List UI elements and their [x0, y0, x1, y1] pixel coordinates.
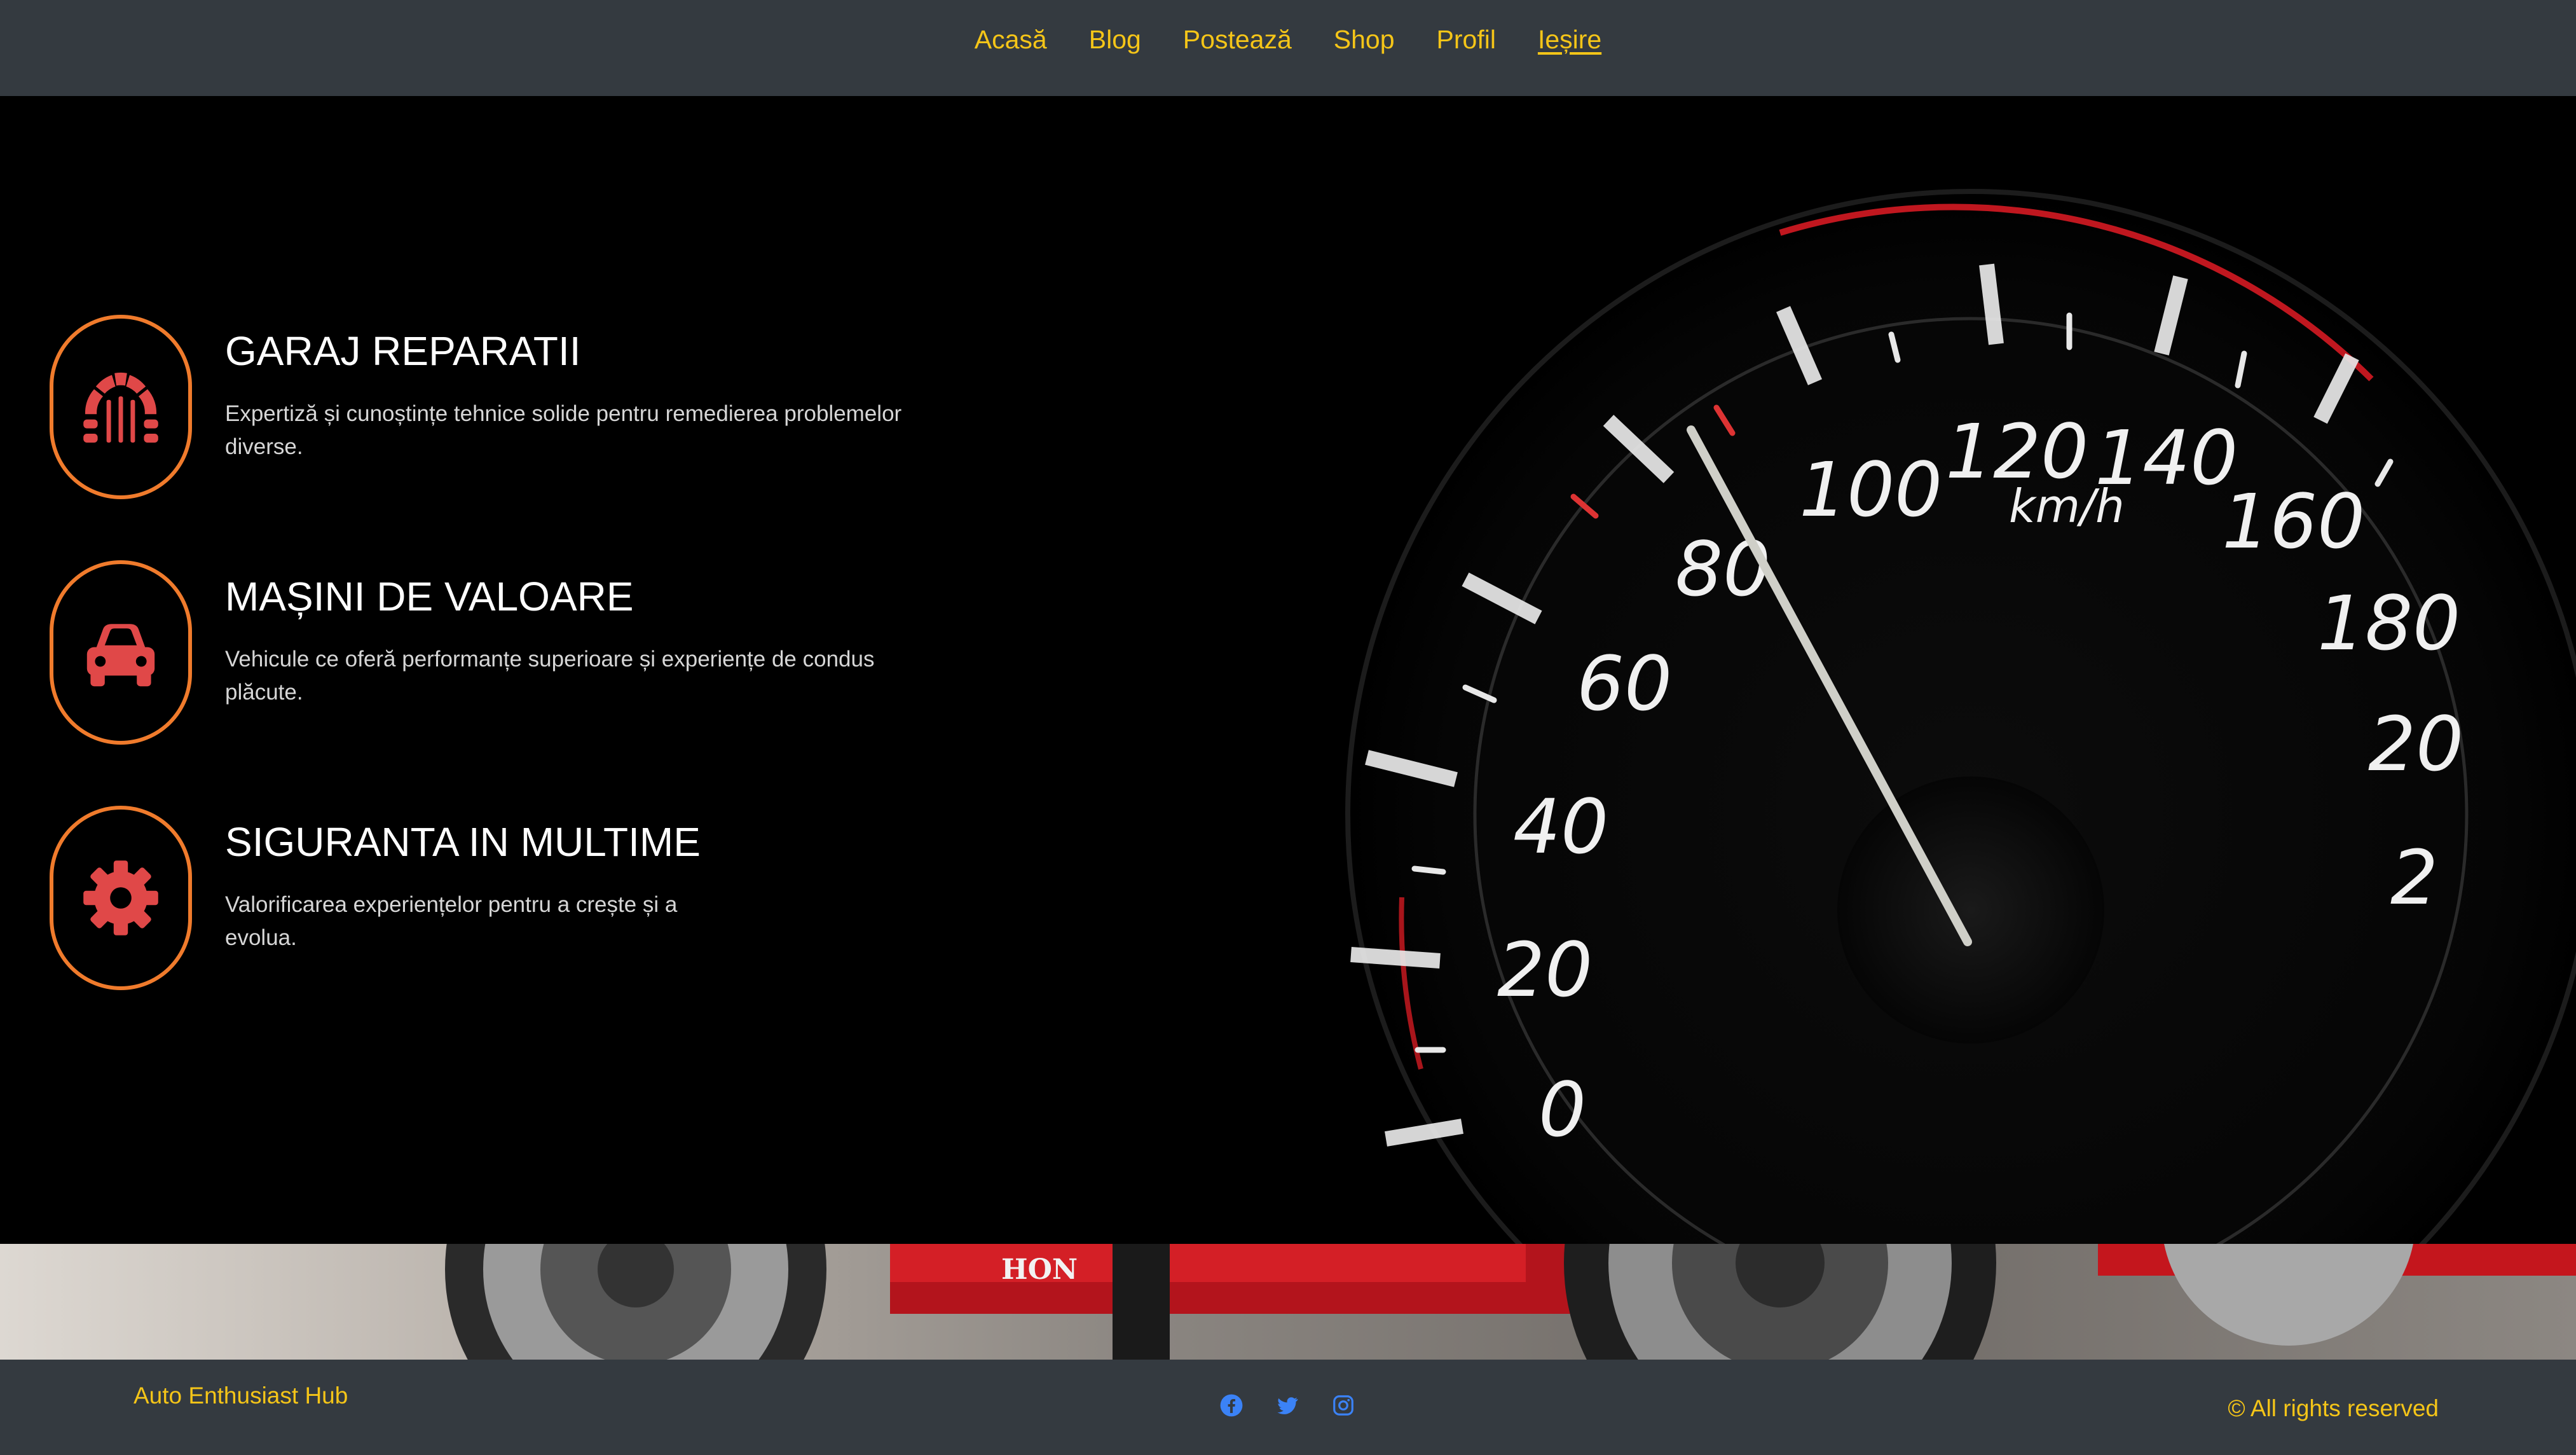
nav-link-profil[interactable]: Profil [1416, 25, 1517, 54]
nav-link-acasa[interactable]: Acasă [954, 25, 1068, 54]
site-footer: Auto Enthusiast Hub © All rights reserve… [0, 1360, 2576, 1455]
feature-title: SIGURANTA IN MULTIME [225, 819, 701, 865]
feature-icon-frame [50, 315, 192, 499]
gauge-hub [1837, 776, 2104, 1044]
motorcycle-background-image: HON [0, 1244, 2576, 1360]
feature-item: SIGURANTA IN MULTIME Valorificarea exper… [50, 806, 1003, 1051]
feature-title: GARAJ REPARATII [225, 328, 581, 374]
gauge-label: 40 [1513, 783, 1608, 871]
feature-item: GARAJ REPARATII Expertiză și cunoștințe … [50, 315, 1003, 560]
facebook-link[interactable] [1219, 1393, 1243, 1417]
nav-link-shop[interactable]: Shop [1313, 25, 1416, 54]
gauge-label: 20 [1497, 926, 1593, 1014]
top-navbar: Acasă Blog Postează Shop Profil Ieșire [0, 0, 2576, 96]
motorcycle-brand-text: HON [1001, 1253, 1078, 1286]
gear-icon [83, 860, 158, 935]
gauge-label: 160 [2222, 478, 2365, 565]
feature-description: Valorificarea experiențelor pentru a cre… [225, 892, 678, 950]
instagram-link[interactable] [1331, 1393, 1355, 1417]
feature-description: Vehicule ce oferă performanțe superioare… [225, 647, 875, 705]
twitter-link[interactable] [1275, 1393, 1299, 1417]
feature-description: Expertiză și cunoștințe tehnice solide p… [225, 401, 902, 459]
footer-social-links [1219, 1393, 1355, 1417]
footer-brand: Auto Enthusiast Hub [134, 1383, 348, 1409]
feature-item: MAȘINI DE VALOARE Vehicule ce oferă perf… [50, 560, 1003, 806]
twitter-icon [1277, 1397, 1298, 1414]
features-list: GARAJ REPARATII Expertiză și cunoștințe … [50, 315, 1003, 1051]
nav-link-iesire[interactable]: Ieșire [1517, 25, 1622, 54]
nav-link-posteaza[interactable]: Postează [1162, 25, 1313, 54]
instagram-icon [1333, 1395, 1353, 1416]
gauge-label: 60 [1577, 640, 1672, 728]
hero-section: 0 20 40 60 80 100 120 140 160 180 20 2 k… [0, 96, 2576, 1244]
gauge-label: 180 [2317, 579, 2460, 667]
motorcycle-illustration: HON [445, 1244, 2576, 1360]
facebook-icon [1220, 1394, 1243, 1417]
feature-title: MAȘINI DE VALOARE [225, 574, 634, 619]
feature-icon-frame [50, 806, 192, 990]
gauge-label: 2 [2390, 834, 2438, 921]
gauge-label: 80 [1675, 525, 1771, 613]
feature-icon-frame [50, 560, 192, 745]
gauge-label: 0 [1538, 1066, 1586, 1154]
gauge-label: 100 [1799, 446, 1942, 534]
gauge-label: 20 [2368, 700, 2463, 788]
garage-icon [83, 372, 158, 443]
nav-menu: Acasă Blog Postează Shop Profil Ieșire [954, 25, 1622, 55]
nav-link-blog[interactable]: Blog [1068, 25, 1162, 54]
gauge-unit: km/h [2009, 479, 2125, 533]
car-icon [86, 624, 155, 687]
footer-copyright: © All rights reserved [2228, 1395, 2439, 1421]
